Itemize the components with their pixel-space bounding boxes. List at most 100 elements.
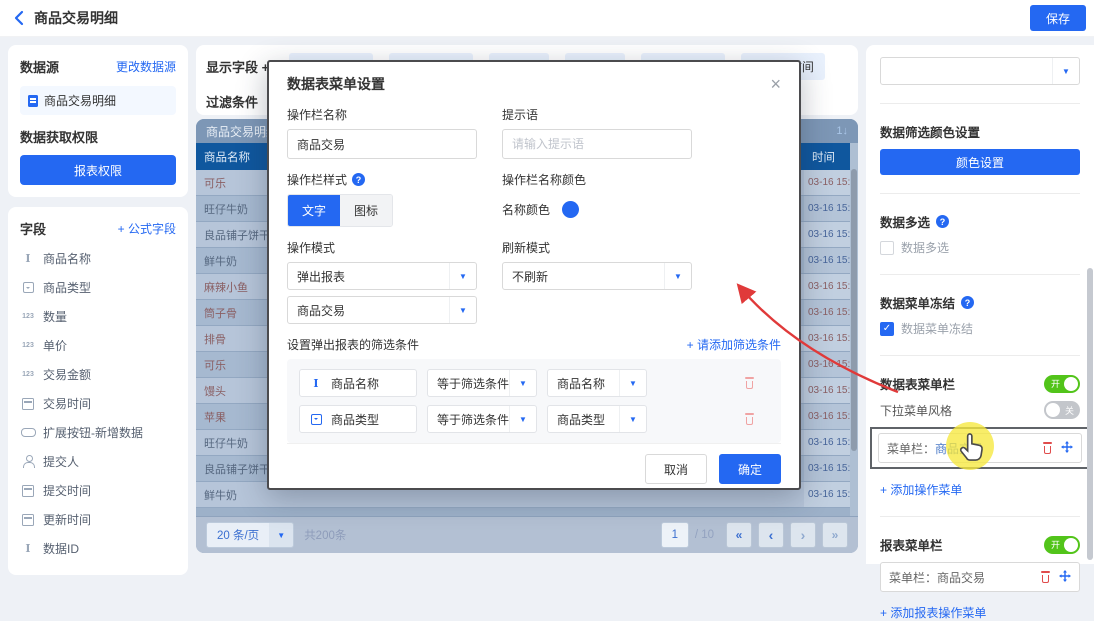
color-settings-button[interactable]: 颜色设置: [880, 149, 1080, 175]
table-row-time: 03-16 15:: [804, 300, 850, 326]
color-swatch[interactable]: [562, 201, 579, 218]
sort-indicator-icon[interactable]: 1↓: [836, 125, 848, 137]
move-icon[interactable]: [1061, 441, 1073, 456]
field-item[interactable]: 数量: [20, 302, 176, 331]
filter-conditions-panel: 商品名称 等于筛选条件 商品名称 商品类型 等于筛选条件: [287, 359, 781, 443]
style-text-option[interactable]: 文字: [288, 195, 340, 226]
back-icon[interactable]: [14, 10, 24, 26]
table-row[interactable]: 排骨: [196, 326, 268, 352]
table-row-time: 03-16 15:: [804, 456, 850, 482]
last-page-button[interactable]: [822, 522, 848, 548]
refresh-select[interactable]: 不刷新: [502, 262, 692, 290]
trash-icon[interactable]: [744, 377, 755, 389]
table-row[interactable]: 旺仔牛奶: [196, 430, 268, 456]
table-row[interactable]: 鲜牛奶: [196, 482, 268, 508]
cancel-button[interactable]: 取消: [645, 454, 707, 484]
table-row[interactable]: 鲜牛奶: [196, 248, 268, 274]
condition-field[interactable]: 商品名称: [299, 369, 417, 397]
table-row[interactable]: 苹果: [196, 404, 268, 430]
tip-input[interactable]: [502, 129, 692, 159]
table-row[interactable]: 可乐: [196, 352, 268, 378]
condition-value-select[interactable]: 商品名称: [547, 369, 647, 397]
table-menu-toggle-on[interactable]: 开: [1044, 375, 1080, 393]
menu-bar-item[interactable]: 菜单栏：商品交易: [878, 433, 1082, 463]
table-row[interactable]: 筒子骨: [196, 300, 268, 326]
field-item[interactable]: 提交人: [20, 447, 176, 476]
field-item[interactable]: 交易金额: [20, 360, 176, 389]
chevron-down-icon: [664, 263, 691, 289]
top-select[interactable]: [880, 57, 1080, 85]
field-list: 商品名称 商品类型 数量 单价 交易金额 交易时间: [20, 244, 176, 563]
mode-label: 操作模式: [287, 239, 502, 256]
dropdown-style-toggle-off[interactable]: 关: [1044, 401, 1080, 419]
field-type-icon: [20, 426, 36, 440]
report-menu-toggle-on[interactable]: 开: [1044, 536, 1080, 554]
condition-operator-select[interactable]: 等于筛选条件: [427, 369, 537, 397]
table-row[interactable]: 旺仔牛奶: [196, 196, 268, 222]
field-label: 交易时间: [43, 395, 91, 412]
table-row-time: 03-16 15:: [804, 274, 850, 300]
trash-icon[interactable]: [744, 413, 755, 425]
pagination-bar: 20 条/页 共200条 1 / 10: [196, 516, 858, 553]
current-page-input[interactable]: 1: [661, 522, 689, 548]
page-size-select[interactable]: 20 条/页: [206, 522, 294, 548]
multi-select-label: 数据多选: [901, 239, 949, 256]
checkbox-checked[interactable]: [880, 322, 894, 336]
field-item[interactable]: 数据ID: [20, 534, 176, 563]
field-label: 扩展按钮-新增数据: [43, 424, 143, 441]
style-icon-option[interactable]: 图标: [340, 195, 392, 226]
move-icon[interactable]: [1059, 570, 1071, 585]
left-sidebar: 数据源 更改数据源 商品交易明细 数据获取权限 报表权限 字段 + 公式字段 商…: [8, 45, 188, 564]
filter-condition-row: 商品名称 等于筛选条件 商品名称: [299, 369, 769, 397]
formula-field-link[interactable]: + 公式字段: [118, 220, 176, 237]
datasource-item[interactable]: 商品交易明细: [20, 86, 176, 115]
confirm-button[interactable]: 确定: [719, 454, 781, 484]
change-datasource-link[interactable]: 更改数据源: [116, 58, 176, 75]
column-header-time[interactable]: 时间: [804, 143, 850, 170]
table-row[interactable]: 良品铺子饼干: [196, 456, 268, 482]
page-scrollbar[interactable]: [1087, 268, 1093, 560]
prev-page-button[interactable]: [758, 522, 784, 548]
condition-field[interactable]: 商品类型: [299, 405, 417, 433]
field-item[interactable]: 单价: [20, 331, 176, 360]
add-report-menu-link[interactable]: + 添加报表操作菜单: [880, 604, 1080, 621]
column-header-product[interactable]: 商品名称: [196, 143, 268, 170]
table-row[interactable]: 良品铺子饼干: [196, 222, 268, 248]
menu-freeze-checkbox-row[interactable]: 数据菜单冻结: [880, 320, 1080, 337]
add-action-menu-link[interactable]: + 添加操作菜单: [880, 481, 1080, 498]
field-type-icon: [308, 376, 324, 390]
table-row[interactable]: 可乐: [196, 170, 268, 196]
close-icon[interactable]: [770, 75, 781, 94]
trash-icon[interactable]: [1042, 442, 1053, 454]
refresh-label: 刷新模式: [502, 239, 781, 256]
help-icon[interactable]: ?: [936, 215, 949, 228]
field-item[interactable]: 扩展按钮-新增数据: [20, 418, 176, 447]
field-item[interactable]: 更新时间: [20, 505, 176, 534]
total-pages: / 10: [695, 529, 714, 541]
help-icon[interactable]: ?: [352, 173, 365, 186]
table-scrollbar[interactable]: [850, 143, 858, 516]
report-select[interactable]: 商品交易: [287, 296, 477, 324]
field-item[interactable]: 提交时间: [20, 476, 176, 505]
report-permission-button[interactable]: 报表权限: [20, 155, 176, 185]
color-label: 操作栏名称颜色: [502, 171, 781, 188]
table-row[interactable]: 麻辣小鱼: [196, 274, 268, 300]
trash-icon[interactable]: [1040, 571, 1051, 583]
field-item[interactable]: 商品名称: [20, 244, 176, 273]
multi-select-checkbox-row[interactable]: 数据多选: [880, 239, 1080, 256]
checkbox-unchecked[interactable]: [880, 241, 894, 255]
field-item[interactable]: 交易时间: [20, 389, 176, 418]
first-page-button[interactable]: [726, 522, 752, 548]
field-item[interactable]: 商品类型: [20, 273, 176, 302]
add-filter-link[interactable]: + 请添加筛选条件: [687, 336, 781, 353]
condition-value-select[interactable]: 商品类型: [547, 405, 647, 433]
chevron-down-icon: [449, 263, 476, 289]
save-button[interactable]: 保存: [1030, 5, 1086, 31]
help-icon[interactable]: ?: [961, 296, 974, 309]
next-page-button[interactable]: [790, 522, 816, 548]
condition-operator-select[interactable]: 等于筛选条件: [427, 405, 537, 433]
mode-select[interactable]: 弹出报表: [287, 262, 477, 290]
action-name-input[interactable]: [287, 129, 477, 159]
table-row[interactable]: 馒头: [196, 378, 268, 404]
report-menu-bar-item[interactable]: 菜单栏：商品交易: [880, 562, 1080, 592]
